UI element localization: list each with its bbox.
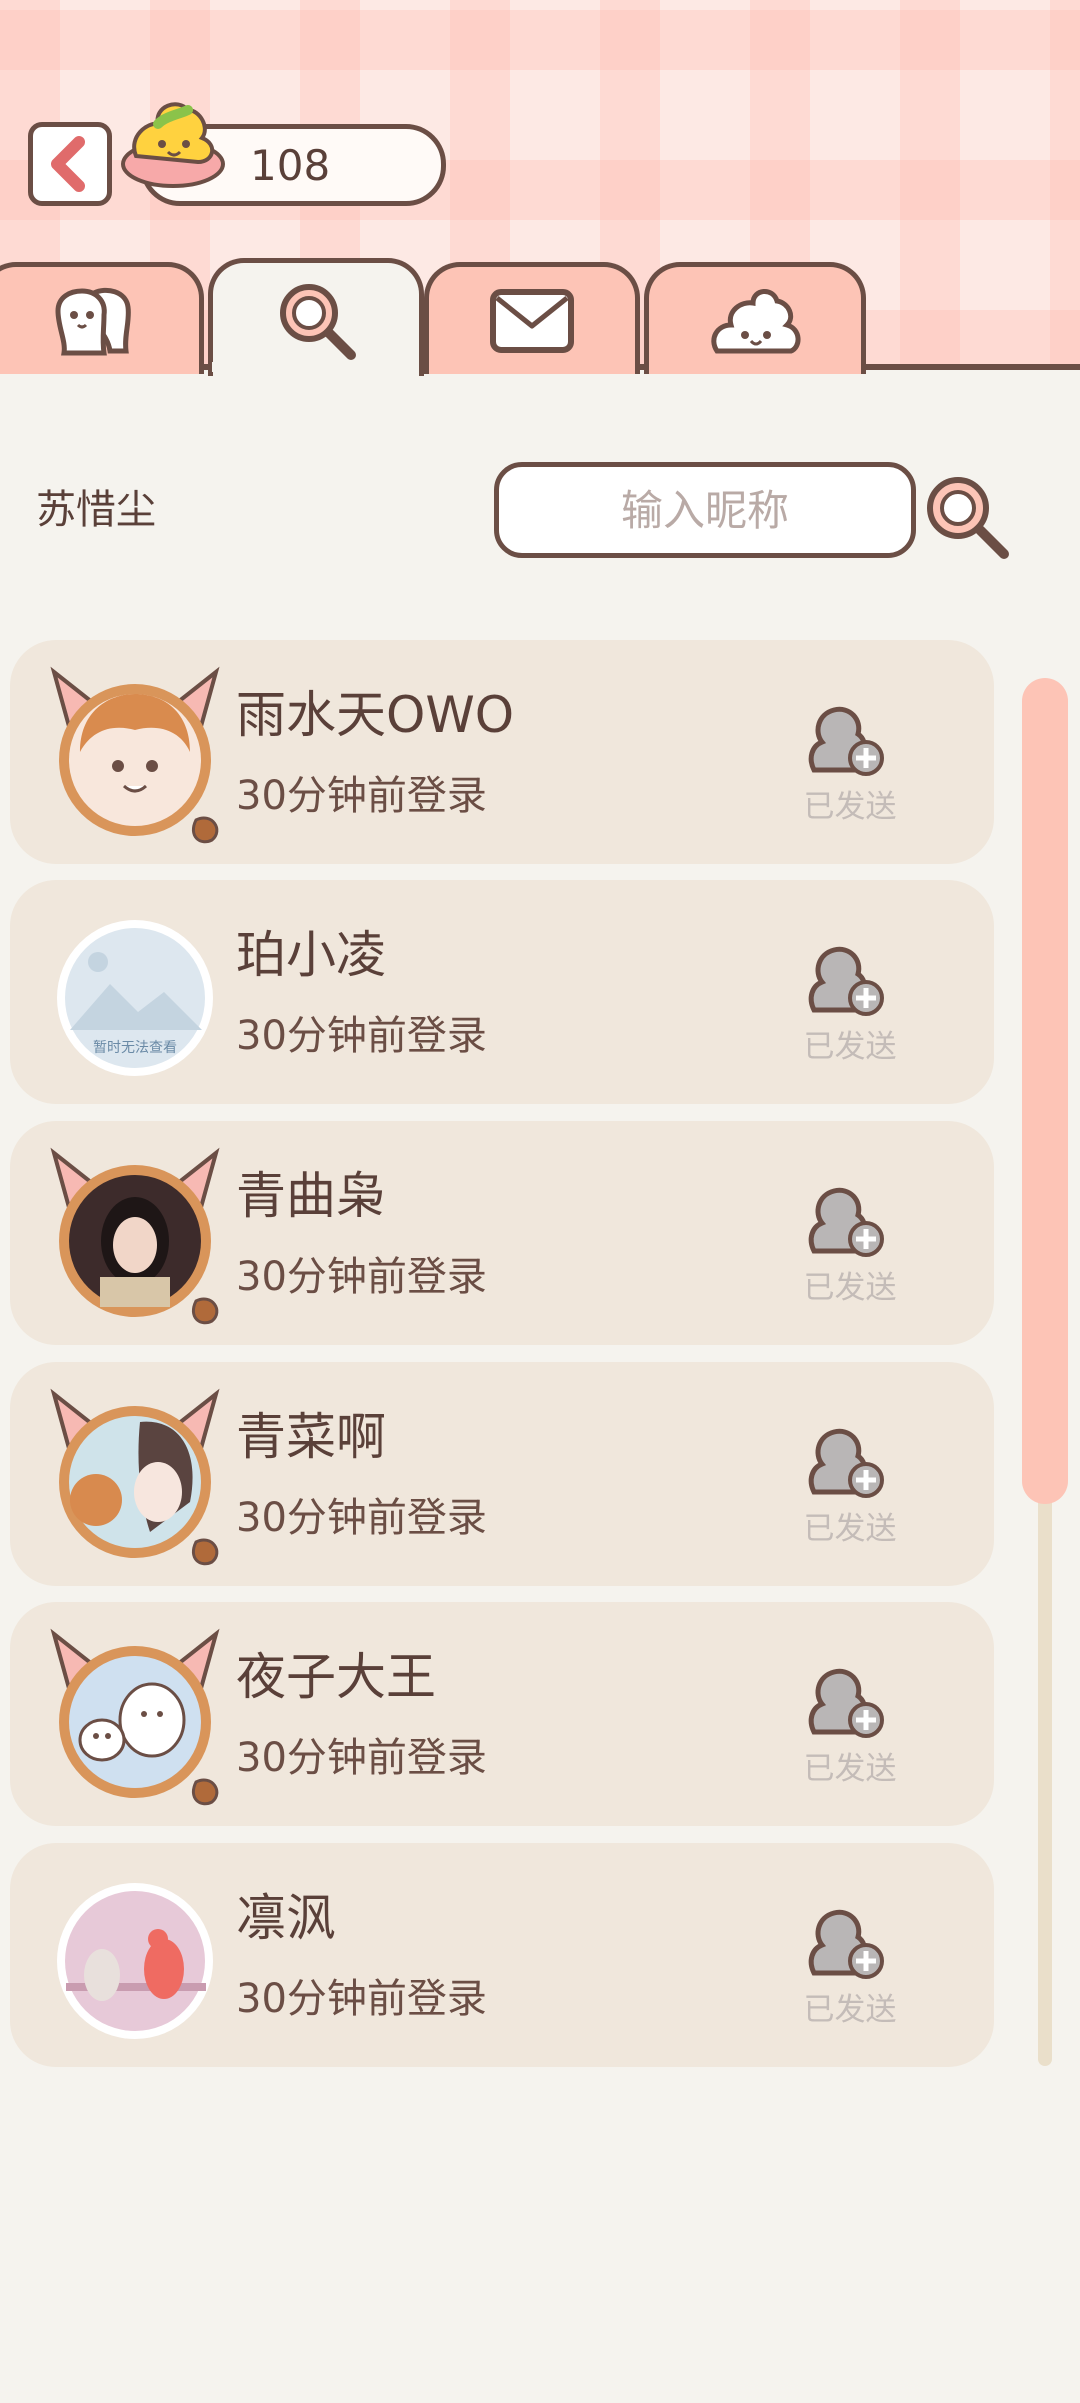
avatar-caption: 暂时无法查看 [93, 1040, 177, 1056]
nickname-search-field[interactable] [494, 462, 916, 558]
add-friend-icon[interactable] [806, 1664, 886, 1740]
poop-icon [711, 288, 801, 353]
add-friend-icon[interactable] [806, 1905, 886, 1981]
chevron-left-icon [51, 136, 85, 192]
avatar-placeholder: 暂时无法查看 [57, 920, 213, 1076]
add-friend-icon[interactable] [806, 1183, 886, 1259]
avatar-cat-frame [50, 666, 220, 844]
user-card[interactable]: 夜子大王 30分钟前登录 已发送 [10, 1602, 994, 1826]
user-name: 珀小凌 [236, 926, 386, 984]
tab-mail[interactable] [424, 262, 640, 374]
request-sent-label: 已发送 [803, 789, 897, 825]
tab-friends[interactable] [0, 262, 204, 374]
request-sent-label: 已发送 [803, 1029, 897, 1065]
user-card[interactable]: 凛沨 30分钟前登录 已发送 [10, 1843, 994, 2067]
login-status: 30分钟前登录 [236, 773, 487, 819]
search-icon [280, 283, 356, 360]
login-status: 30分钟前登录 [236, 1976, 487, 2022]
login-status: 30分钟前登录 [236, 1735, 487, 1781]
request-sent-label: 已发送 [803, 1992, 897, 2028]
user-name: 雨水天OWO [236, 686, 515, 744]
user-card[interactable]: 青菜啊 30分钟前登录 已发送 [10, 1362, 994, 1586]
tab-search[interactable] [208, 258, 424, 376]
add-friend-icon[interactable] [806, 702, 886, 778]
request-sent-label: 已发送 [803, 1511, 897, 1547]
user-name: 夜子大王 [236, 1648, 436, 1706]
poop-currency-icon [121, 102, 225, 188]
my-nickname: 苏惜尘 [36, 487, 156, 533]
friends-icon [55, 287, 131, 355]
active-tab-gap [212, 362, 418, 372]
avatar-photo [57, 1883, 213, 2039]
user-name: 凛沨 [236, 1889, 336, 1947]
request-sent-label: 已发送 [803, 1270, 897, 1306]
login-status: 30分钟前登录 [236, 1013, 487, 1059]
avatar-cat-frame [50, 1388, 220, 1566]
back-button[interactable] [28, 122, 112, 206]
login-status: 30分钟前登录 [236, 1254, 487, 1300]
user-card[interactable]: 暂时无法查看 珀小凌 30分钟前登录 已发送 [10, 880, 994, 1104]
mail-icon [490, 288, 574, 353]
tab-poop[interactable] [644, 262, 866, 374]
add-friend-icon[interactable] [806, 942, 886, 1018]
avatar-cat-frame [50, 1147, 220, 1325]
login-status: 30分钟前登录 [236, 1495, 487, 1541]
user-card[interactable]: 青曲枭 30分钟前登录 已发送 [10, 1121, 994, 1345]
user-card[interactable]: 雨水天OWO 30分钟前登录 已发送 [10, 640, 994, 864]
user-name: 青菜啊 [236, 1408, 386, 1466]
avatar-cat-frame [50, 1628, 220, 1806]
user-name: 青曲枭 [236, 1167, 386, 1225]
add-friend-icon[interactable] [806, 1424, 886, 1500]
nickname-search-input[interactable] [499, 484, 911, 536]
coin-count: 108 [250, 141, 331, 190]
request-sent-label: 已发送 [803, 1751, 897, 1787]
search-button-icon[interactable] [920, 470, 1012, 562]
scrollbar-thumb[interactable] [1022, 678, 1068, 1504]
